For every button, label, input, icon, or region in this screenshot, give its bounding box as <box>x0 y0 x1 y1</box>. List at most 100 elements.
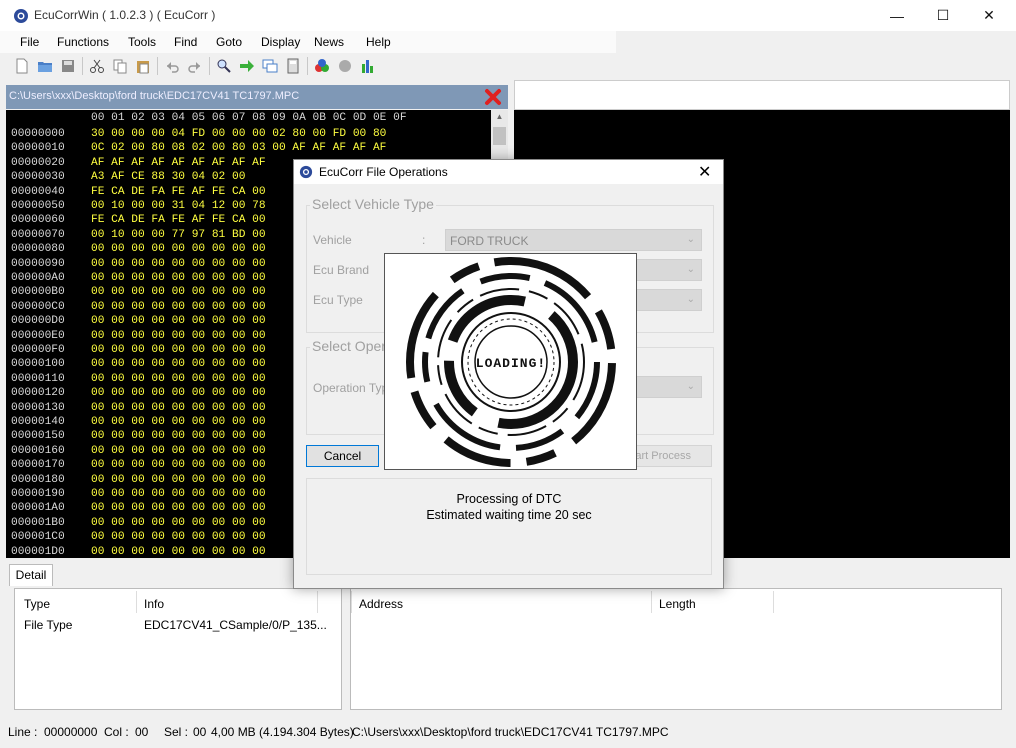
hex-address: 00000020 <box>11 156 65 169</box>
toolbar-separator <box>209 57 210 75</box>
hex-address: 00000110 <box>11 372 65 385</box>
detail-column-info[interactable]: Info <box>144 597 164 611</box>
address-column-address[interactable]: Address <box>359 597 403 611</box>
paste-icon[interactable] <box>135 58 151 74</box>
hex-bytes: 00 00 00 00 00 00 00 00 00 <box>91 516 266 529</box>
vehicle-select[interactable]: FORD TRUCK ⌄ <box>445 229 702 251</box>
close-window-button[interactable]: ✕ <box>966 0 1012 31</box>
chevron-down-icon: ⌄ <box>686 264 695 275</box>
go-arrow-icon[interactable] <box>239 58 255 74</box>
close-file-icon[interactable] <box>484 88 502 106</box>
vehicle-type-group-title: Select Vehicle Type <box>310 196 436 212</box>
menu-display[interactable]: Display <box>261 35 300 49</box>
hex-bytes: 00 00 00 00 00 00 00 00 00 <box>91 502 266 515</box>
hex-address: 00000080 <box>11 243 65 256</box>
column-divider <box>136 591 137 613</box>
plugin-icon[interactable] <box>314 58 330 74</box>
maximize-button[interactable]: ☐ <box>920 0 966 31</box>
hex-address: 00000170 <box>11 459 65 472</box>
cancel-button[interactable]: Cancel <box>306 445 379 467</box>
menu-file[interactable]: File <box>20 35 39 49</box>
message-line-1: Processing of DTC <box>456 492 562 506</box>
hex-bytes: 00 00 00 00 00 00 00 00 00 <box>91 344 266 356</box>
detail-type-cell: File Type <box>24 618 73 632</box>
hex-bytes: 00 00 00 00 00 00 00 00 00 <box>91 545 266 558</box>
hex-bytes: 00 00 00 00 00 00 00 00 00 <box>91 358 266 371</box>
status-message-box: Processing of DTC Estimated waiting time… <box>306 478 712 575</box>
hex-address: 00000050 <box>11 200 65 212</box>
hex-address: 000001C0 <box>11 531 65 544</box>
hex-address: 000000D0 <box>11 315 65 328</box>
hex-address: 000001D0 <box>11 545 65 558</box>
open-folder-icon[interactable] <box>37 58 53 74</box>
hex-bytes: FE CA DE FA FE AF FE CA 00 <box>91 214 266 227</box>
new-file-icon[interactable] <box>14 58 30 74</box>
hex-bytes: 00 10 00 00 31 04 12 00 78 <box>91 200 266 212</box>
hex-file-header: C:\Users\xxx\Desktop\ford truck\EDC17CV4… <box>6 85 508 109</box>
status-file-path: C:\Users\xxx\Desktop\ford truck\EDC17CV4… <box>352 725 669 739</box>
vehicle-colon: : <box>422 233 426 247</box>
column-divider <box>317 591 318 613</box>
copy-icon[interactable] <box>112 58 128 74</box>
dialog-close-button[interactable]: ✕ <box>698 162 711 182</box>
menu-functions[interactable]: Functions <box>57 35 109 49</box>
windows-icon[interactable] <box>262 58 278 74</box>
scrollbar-thumb[interactable] <box>493 127 506 145</box>
hex-bytes: 00 00 00 00 00 00 00 00 00 <box>91 473 266 486</box>
hex-bytes: 00 00 00 00 00 00 00 00 00 <box>91 488 266 500</box>
redo-icon[interactable] <box>187 58 203 74</box>
hex-bytes: 00 00 00 00 00 00 00 00 00 <box>91 272 266 284</box>
hex-address: 00000090 <box>11 257 65 270</box>
search-icon[interactable] <box>216 58 232 74</box>
hex-bytes: 00 00 00 00 00 00 00 00 00 <box>91 243 266 256</box>
hex-bytes: 00 00 00 00 00 00 00 00 00 <box>91 300 266 313</box>
address-column-length[interactable]: Length <box>659 597 696 611</box>
tab-detail[interactable]: Detail <box>9 564 53 586</box>
hex-bytes: A3 AF CE 88 30 04 02 00 <box>91 171 246 184</box>
hex-column-header: 00 01 02 03 04 05 06 07 08 09 0A 0B 0C 0… <box>91 112 407 124</box>
menu-goto[interactable]: Goto <box>216 35 242 49</box>
hex-bytes: 00 00 00 00 00 00 00 00 00 <box>91 372 266 385</box>
vehicle-select-value: FORD TRUCK <box>450 234 529 248</box>
status-col-label: Col : <box>104 725 129 739</box>
hex-bytes: 00 00 00 00 00 00 00 00 00 <box>91 315 266 328</box>
menu-tools[interactable]: Tools <box>128 35 156 49</box>
menu-help[interactable]: Help <box>366 35 391 49</box>
hex-address: 00000070 <box>11 228 65 241</box>
hex-bytes: 00 00 00 00 00 00 00 00 00 <box>91 430 266 443</box>
table-row[interactable]: File Type EDC17CV41_CSample/0/P_135... <box>15 616 341 632</box>
calculator-icon[interactable] <box>285 58 301 74</box>
hex-address: 00000160 <box>11 444 65 457</box>
hex-address: 00000120 <box>11 387 65 400</box>
chart-icon[interactable] <box>360 58 376 74</box>
detail-column-type[interactable]: Type <box>24 597 50 611</box>
hex-address: 000001B0 <box>11 516 65 529</box>
status-sel-value: 00 <box>193 725 207 739</box>
vehicle-label: Vehicle <box>313 233 352 247</box>
save-icon[interactable] <box>60 58 76 74</box>
address-list: Address Length <box>350 588 1002 710</box>
record-icon[interactable] <box>337 58 353 74</box>
cut-icon[interactable] <box>89 58 105 74</box>
hex-bytes: 00 10 00 00 77 97 81 BD 00 <box>91 228 266 241</box>
minimize-button[interactable]: — <box>874 0 920 31</box>
hex-bytes: 00 00 00 00 00 00 00 00 00 <box>91 257 266 270</box>
column-divider <box>351 591 352 613</box>
toolbar <box>0 54 1016 78</box>
hex-bytes: 00 00 00 00 00 00 00 00 00 <box>91 531 266 544</box>
ecu-type-label: Ecu Type <box>313 293 363 307</box>
menu-find[interactable]: Find <box>174 35 197 49</box>
dialog-title: EcuCorr File Operations <box>319 165 448 179</box>
hex-bytes: FE CA DE FA FE AF FE CA 00 <box>91 185 266 198</box>
scroll-up-icon[interactable]: ▲ <box>493 112 506 124</box>
hex-bytes: 00 00 00 00 00 00 00 00 00 <box>91 286 266 299</box>
menu-news[interactable]: News <box>314 35 344 49</box>
status-bar: Line : 00000000 Col : 00 Sel : 00 4,00 M… <box>0 722 1016 748</box>
undo-icon[interactable] <box>164 58 180 74</box>
operation-group-title: Select Oper <box>310 338 388 354</box>
status-col-value: 00 <box>135 725 149 739</box>
hex-address: 00000040 <box>11 185 65 198</box>
hex-address: 00000000 <box>11 128 65 140</box>
chevron-down-icon: ⌄ <box>686 294 695 305</box>
hex-bytes: 0C 02 00 80 08 02 00 80 03 00 AF AF AF A… <box>91 142 387 155</box>
